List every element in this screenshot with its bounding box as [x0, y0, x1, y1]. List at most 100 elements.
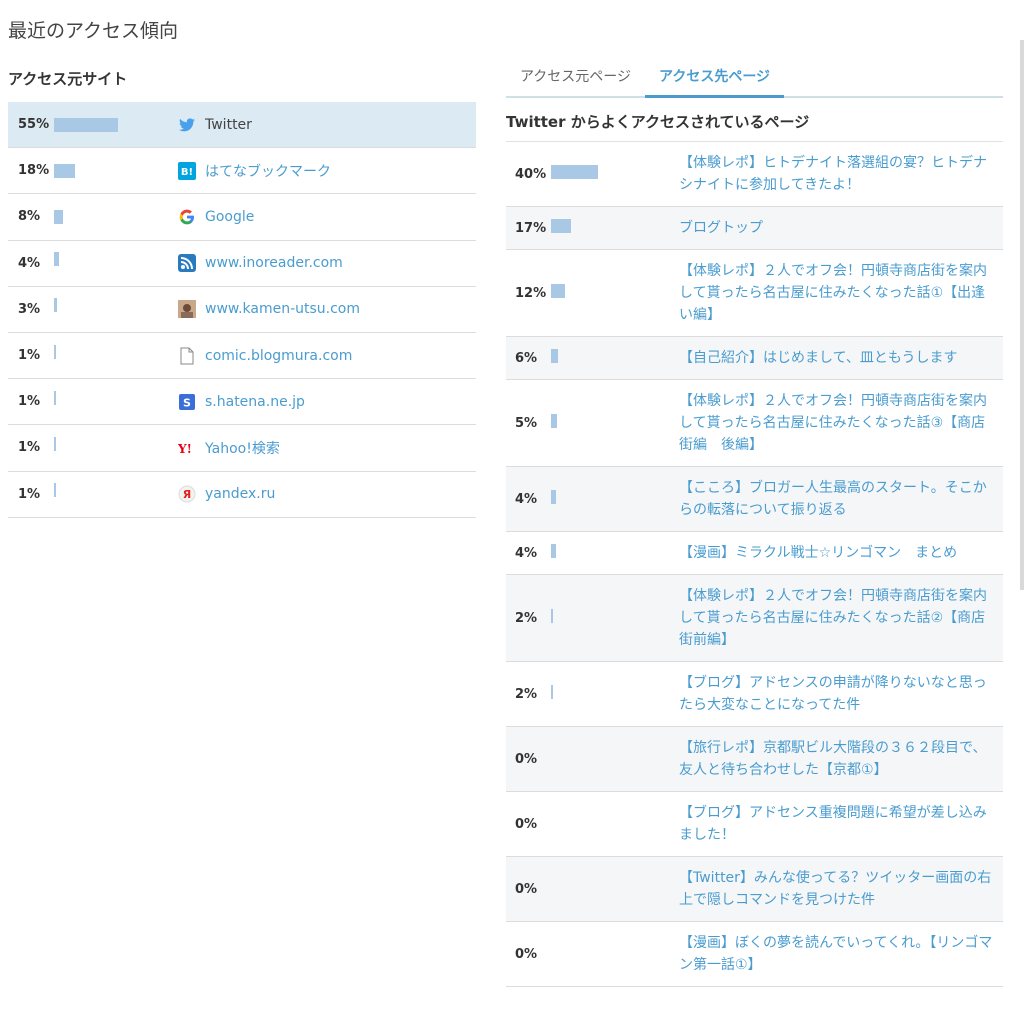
destination-link[interactable]: ブログトップ: [679, 207, 997, 249]
destination-bar-track: [551, 165, 679, 181]
destination-bar-track: [551, 947, 679, 961]
twitter-icon: [178, 116, 196, 134]
site-favicon-icon: [178, 300, 196, 319]
destination-row: 0% 【旅行レポ】京都駅ビル大階段の３６２段目で、友人と待ち合わせした【京都①】: [506, 727, 1003, 792]
destination-row: 4% 【漫画】ミラクル戦士☆リンゴマン まとめ: [506, 532, 1003, 575]
source-name[interactable]: s.hatena.ne.jp: [205, 394, 305, 410]
destination-link[interactable]: 【漫画】ミラクル戦士☆リンゴマン まとめ: [679, 532, 997, 574]
destination-link[interactable]: 【体験レポ】２人でオフ会！円頓寺商店街を案内して貰ったら名古屋に住みたくなった話…: [679, 575, 997, 661]
source-name[interactable]: Google: [205, 209, 254, 225]
source-name[interactable]: yandex.ru: [205, 486, 275, 502]
source-bar-track: [54, 344, 178, 363]
destination-bar: [551, 490, 556, 504]
destination-bar: [551, 349, 559, 363]
destination-bar: [551, 414, 557, 428]
source-row[interactable]: 4% www.inoreader.com: [8, 241, 476, 287]
destination-heading: Twitter からよくアクセスされているページ: [506, 112, 1003, 142]
destination-percent: 0%: [515, 881, 538, 897]
source-name[interactable]: comic.blogmura.com: [205, 348, 352, 364]
source-name[interactable]: はてなブックマーク: [205, 161, 331, 181]
source-percent: 18%: [18, 163, 50, 179]
tab-bar: アクセス元ページ アクセス先ページ: [506, 58, 1003, 98]
source-row[interactable]: 55% Twitter: [8, 102, 476, 149]
destination-percent: 17%: [515, 220, 547, 236]
source-bar: [54, 483, 56, 498]
source-bar: [54, 117, 118, 132]
source-name[interactable]: www.inoreader.com: [205, 255, 343, 271]
destination-percent: 12%: [515, 285, 547, 301]
destination-link[interactable]: 【体験レポ】２人でオフ会！円頓寺商店街を案内して貰ったら名古屋に住みたくなった話…: [679, 380, 997, 466]
destination-link[interactable]: 【自己紹介】はじめまして、皿ともうします: [679, 337, 997, 379]
destination-bar: [551, 165, 598, 179]
destination-link[interactable]: 【こころ】ブロガー人生最高のスタート。そこからの転落について振り返る: [679, 467, 997, 531]
source-sites-panel: アクセス元サイト 55% Twitter 18% B! はてなブックマーク 8% Googl…: [8, 66, 476, 518]
source-bar-track: [54, 390, 178, 409]
destination-link[interactable]: 【ブログ】アドセンス重複問題に希望が差し込みました！: [679, 792, 997, 856]
source-percent: 55%: [18, 117, 50, 133]
destination-link[interactable]: 【体験レポ】２人でオフ会！円頓寺商店街を案内して貰ったら名古屋に住みたくなった話…: [679, 250, 997, 336]
source-percent: 1%: [18, 348, 41, 364]
source-bar-track: [54, 209, 178, 224]
destination-list: 40% 【体験レポ】ヒトデナイト落選組の宴？ヒトデナシナイトに参加してきたよ！ 17…: [506, 142, 1003, 987]
destination-bar: [551, 609, 554, 623]
tab-source-pages[interactable]: アクセス元ページ: [506, 58, 645, 96]
destination-percent: 4%: [515, 491, 538, 507]
destination-bar-track: [551, 414, 679, 430]
hatena-bookmark-icon: B!: [178, 161, 196, 180]
source-bar-track: [54, 163, 178, 178]
destination-panel: アクセス元ページ アクセス先ページ Twitter からよくアクセスされているペ…: [506, 58, 1003, 987]
source-percent: 1%: [18, 394, 41, 410]
source-name[interactable]: www.kamen-utsu.com: [205, 301, 360, 317]
source-name[interactable]: Twitter: [205, 117, 252, 133]
hatena-s-icon: S: [178, 393, 196, 411]
destination-bar-track: [551, 544, 679, 560]
destination-row: 40% 【体験レポ】ヒトデナイト落選組の宴？ヒトデナシナイトに参加してきたよ！: [506, 142, 1003, 207]
source-bar-track: [54, 252, 178, 270]
source-percent: 1%: [18, 440, 41, 456]
source-row[interactable]: 1% Яyandex.ru: [8, 472, 476, 518]
source-row[interactable]: 1% Y! Yahoo!検索: [8, 425, 476, 472]
source-bar: [54, 209, 64, 224]
destination-link[interactable]: 【体験レポ】ヒトデナイト落選組の宴？ヒトデナシナイトに参加してきたよ！: [679, 142, 997, 206]
destination-bar: [551, 685, 554, 699]
source-row[interactable]: 8% Google: [8, 194, 476, 241]
destination-row: 0% 【漫画】ぼくの夢を読んでいってくれ。【リンゴマン第一話①】: [506, 922, 1003, 987]
source-bar-track: [54, 117, 178, 132]
destination-bar: [551, 219, 571, 233]
destination-percent: 6%: [515, 350, 538, 366]
source-row[interactable]: 1% comic.blogmura.com: [8, 333, 476, 380]
tab-destination-pages[interactable]: アクセス先ページ: [645, 58, 785, 98]
destination-bar: [551, 544, 556, 558]
page-title: 最近のアクセス傾向: [8, 20, 179, 42]
destination-bar: [551, 284, 566, 298]
destination-bar-track: [551, 685, 679, 701]
svg-text:Я: Я: [183, 488, 191, 501]
scrollbar[interactable]: [1020, 40, 1024, 590]
destination-percent: 0%: [515, 751, 538, 767]
destination-percent: 2%: [515, 610, 538, 626]
source-sites-list: 55% Twitter 18% B! はてなブックマーク 8% Google 4% www.in…: [8, 102, 476, 518]
source-bar: [54, 163, 75, 178]
destination-link[interactable]: 【旅行レポ】京都駅ビル大階段の３６２段目で、友人と待ち合わせした【京都①】: [679, 727, 997, 791]
destination-row: 2% 【体験レポ】２人でオフ会！円頓寺商店街を案内して貰ったら名古屋に住みたくなっ…: [506, 575, 1003, 662]
rss-icon: [178, 254, 196, 273]
destination-bar-track: [551, 219, 679, 235]
source-name[interactable]: Yahoo!検索: [205, 438, 280, 458]
destination-row: 0% 【ブログ】アドセンス重複問題に希望が差し込みました！: [506, 792, 1003, 857]
destination-percent: 40%: [515, 166, 547, 182]
svg-text:Y!: Y!: [178, 442, 192, 455]
destination-row: 5% 【体験レポ】２人でオフ会！円頓寺商店街を案内して貰ったら名古屋に住みたくなっ…: [506, 380, 1003, 467]
destination-link[interactable]: 【Twitter】みんな使ってる？ツイッター画面の右上で隠しコマンドを見つけた件: [679, 857, 997, 921]
source-bar: [54, 436, 56, 451]
destination-percent: 0%: [515, 946, 538, 962]
source-row[interactable]: 1% Ss.hatena.ne.jp: [8, 379, 476, 426]
destination-row: 17% ブログトップ: [506, 207, 1003, 250]
destination-row: 4% 【こころ】ブロガー人生最高のスタート。そこからの転落について振り返る: [506, 467, 1003, 532]
source-row[interactable]: 3% www.kamen-utsu.com: [8, 287, 476, 333]
destination-link[interactable]: 【漫画】ぼくの夢を読んでいってくれ。【リンゴマン第一話①】: [679, 922, 997, 986]
destination-row: 0% 【Twitter】みんな使ってる？ツイッター画面の右上で隠しコマンドを見つけ…: [506, 857, 1003, 922]
destination-link[interactable]: 【ブログ】アドセンスの申請が降りないなと思ったら大変なことになってた件: [679, 662, 997, 726]
source-bar: [54, 252, 59, 267]
source-row[interactable]: 18% B! はてなブックマーク: [8, 148, 476, 195]
source-sites-heading: アクセス元サイト: [8, 70, 128, 88]
